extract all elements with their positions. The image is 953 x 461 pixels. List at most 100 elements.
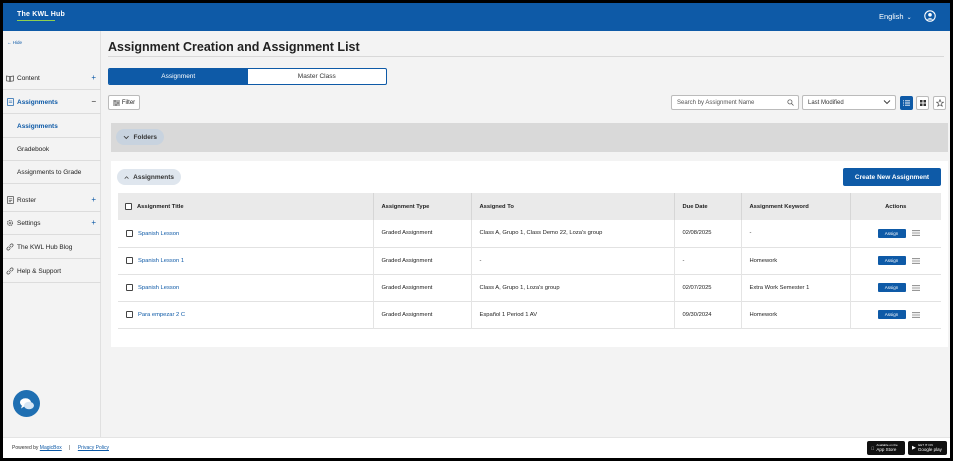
tab-assignment[interactable]: Assignment	[109, 69, 248, 84]
assignment-title-cell: Para empezar 2 C	[118, 301, 374, 328]
sidebar-item-label: Settings	[17, 219, 41, 227]
app-store-text: Available on the App Store	[876, 444, 897, 453]
create-new-assignment-button[interactable]: Create New Assignment	[843, 168, 941, 186]
search-icon[interactable]	[787, 99, 794, 106]
row-checkbox[interactable]	[126, 256, 133, 264]
column-header-keyword: Assignment Keyword	[741, 193, 851, 220]
app-store-badge[interactable]:  Available on theApp Store	[867, 441, 905, 455]
column-header-label: Assignment Title	[137, 204, 184, 211]
sidebar-item-label: Help & Support	[17, 267, 62, 275]
sidebar: ← Hide Content + Assignments − Assignmen…	[3, 31, 101, 437]
assigned-to-cell: -	[471, 247, 675, 274]
column-header-actions: Actions	[885, 203, 907, 210]
privacy-policy-link[interactable]: Privacy Policy	[78, 445, 109, 451]
logo-underline	[17, 20, 55, 21]
menu-icon[interactable]	[911, 311, 920, 318]
assignment-type-cell: Graded Assignment	[373, 274, 472, 301]
sort-select[interactable]: Last Modified	[802, 95, 896, 110]
due-date-cell: 09/30/2024	[674, 301, 742, 328]
assignment-title-cell: Spanish Lesson	[118, 220, 374, 247]
list-icon	[6, 196, 14, 204]
assignments-panel: Assignments Create New Assignment Assign…	[111, 161, 948, 347]
top-bar: The KWL Hub English ⌄	[3, 3, 950, 31]
assign-button[interactable]: Assign	[877, 283, 906, 292]
google-play-badge[interactable]: ▶ GET IT ON Google play	[908, 441, 947, 455]
sidebar-subitem-assignments-to-grade[interactable]: Assignments to Grade	[3, 161, 101, 184]
table-row: Spanish Lesson 1 Graded Assignment - - H…	[118, 247, 941, 274]
page-title: Assignment Creation and Assignment List	[108, 40, 360, 54]
logo[interactable]: The KWL Hub	[17, 11, 65, 18]
expand-plus-icon[interactable]: +	[91, 219, 96, 227]
view-toggle: Assignment Master Class	[108, 68, 387, 85]
hide-sidebar-link[interactable]: ← Hide	[7, 40, 22, 45]
sort-value: Last Modified	[808, 99, 844, 106]
sidebar-item-roster[interactable]: Roster +	[3, 189, 101, 212]
sidebar-subitem-assignments[interactable]: Assignments	[3, 115, 101, 138]
play-icon: ▶	[912, 445, 916, 451]
filter-button[interactable]: Filter	[108, 95, 140, 110]
grid-view-icon	[919, 100, 926, 106]
assign-button[interactable]: Assign	[877, 310, 906, 319]
app-window: The KWL Hub English ⌄ ← Hide Content + As…	[3, 3, 950, 458]
sidebar-item-content[interactable]: Content +	[3, 67, 101, 90]
sidebar-item-blog[interactable]: The KWL Hub Blog	[3, 236, 101, 259]
row-checkbox[interactable]	[126, 229, 133, 237]
gear-icon	[6, 219, 14, 227]
actions-cell: Assign	[850, 274, 941, 301]
column-header-type: Assignment Type	[373, 193, 472, 220]
assignment-title-link[interactable]: Spanish Lesson	[138, 285, 179, 291]
table-row: Para empezar 2 C Graded Assignment Españ…	[118, 301, 941, 328]
chevron-down-icon	[883, 100, 891, 105]
due-date-cell: 02/08/2025	[674, 220, 742, 247]
assignment-type-cell: Graded Assignment	[373, 220, 472, 247]
menu-icon[interactable]	[911, 284, 920, 291]
expand-plus-icon[interactable]: +	[91, 196, 96, 204]
assignment-title-link[interactable]: Para empezar 2 C	[138, 312, 185, 318]
sidebar-item-assignments[interactable]: Assignments −	[3, 91, 101, 114]
menu-icon[interactable]	[911, 257, 920, 264]
footer: Powered by MagicBox | Privacy Policy  A…	[3, 437, 950, 458]
collapse-minus-icon[interactable]: −	[91, 98, 96, 106]
book-icon	[6, 74, 14, 82]
grid-view-button[interactable]	[916, 96, 929, 110]
main-content: Assignment Creation and Assignment List …	[101, 31, 950, 437]
sidebar-item-help[interactable]: Help & Support	[3, 260, 101, 283]
assigned-to-cell: Español 1 Period 1 AV	[471, 301, 675, 328]
sidebar-subitem-gradebook[interactable]: Gradebook	[3, 138, 101, 161]
menu-icon[interactable]	[911, 230, 920, 236]
user-account-icon[interactable]	[924, 10, 936, 22]
row-checkbox[interactable]	[126, 310, 133, 318]
filter-label: Filter	[121, 99, 136, 106]
assignments-toggle[interactable]: Assignments	[117, 169, 181, 185]
sidebar-item-settings[interactable]: Settings +	[3, 212, 101, 235]
assignment-title-link[interactable]: Spanish Lesson 1	[138, 258, 184, 264]
sidebar-item-label: Roster	[17, 196, 37, 204]
assign-button[interactable]: Assign	[877, 228, 906, 238]
footer-separator: |	[69, 445, 71, 451]
link-icon	[6, 243, 14, 251]
folders-toggle[interactable]: Folders	[116, 129, 164, 145]
assigned-to-cell: Class A, Grupo 1, Loza's group	[471, 274, 675, 301]
actions-cell: Assign	[850, 220, 941, 247]
powered-by: Powered by MagicBox | Privacy Policy	[12, 445, 109, 451]
table-row: Spanish Lesson Graded Assignment Class A…	[118, 274, 941, 301]
actions-cell: Assign	[850, 301, 941, 328]
company-link[interactable]: MagicBox	[40, 445, 62, 451]
assignment-title-link[interactable]: Spanish Lesson	[138, 231, 179, 237]
star-icon	[935, 99, 944, 107]
chevron-up-icon	[124, 175, 129, 179]
google-play-label: Google play	[917, 447, 942, 452]
sidebar-item-label: Content	[17, 74, 40, 82]
row-checkbox[interactable]	[126, 283, 133, 291]
language-selector[interactable]: English ⌄	[879, 12, 912, 21]
chevron-down-icon: ⌄	[906, 15, 912, 21]
chat-button[interactable]	[13, 390, 40, 417]
list-view-button[interactable]	[900, 96, 913, 110]
search-input[interactable]: Search by Assignment Name	[671, 95, 799, 110]
favorites-button[interactable]	[933, 96, 946, 110]
assign-button[interactable]: Assign	[877, 256, 906, 265]
actions-cell: Assign	[850, 247, 941, 274]
tab-master-class[interactable]: Master Class	[248, 69, 387, 84]
expand-plus-icon[interactable]: +	[91, 74, 96, 82]
select-all-checkbox[interactable]	[125, 202, 132, 210]
